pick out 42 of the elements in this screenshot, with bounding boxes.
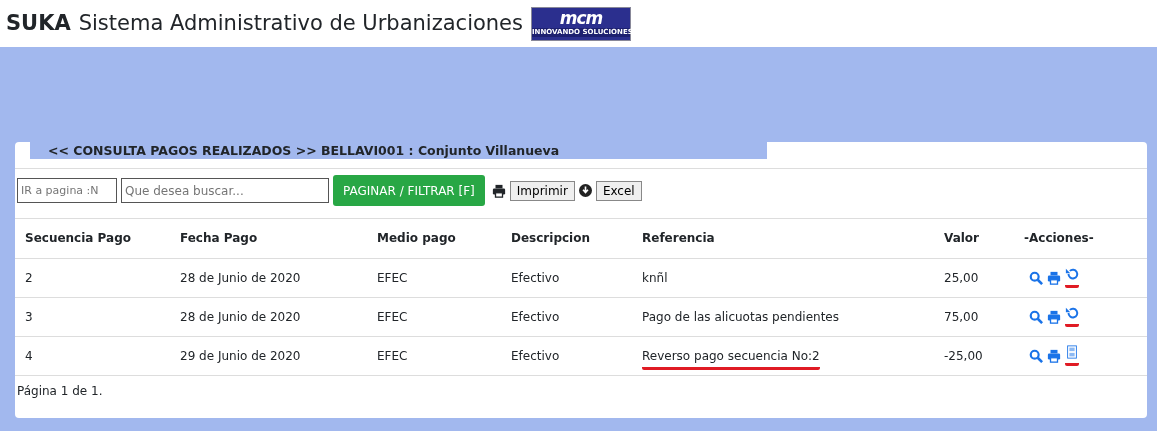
table-cell: Efectivo (511, 309, 560, 324)
table-cell: EFEC (377, 270, 408, 285)
undo-icon[interactable] (1065, 306, 1079, 320)
table-cell: 2 (25, 270, 33, 285)
table-cell: EFEC (377, 309, 408, 324)
print-icon[interactable] (491, 183, 506, 198)
search-icon[interactable] (1029, 348, 1043, 363)
table-cell: 28 de Junio de 2020 (180, 309, 301, 324)
table-cell: 25,00 (944, 270, 979, 285)
table-cell: -25,00 (944, 348, 983, 363)
column-header: -Acciones- (1014, 219, 1147, 258)
app-title: Sistema Administrativo de Urbanizaciones (78, 9, 523, 37)
panel-title: << CONSULTA PAGOS REALIZADOS >> BELLAVI001 : Conjunto Villanueva (30, 142, 767, 159)
column-header: Secuencia Pago (15, 219, 170, 258)
missing-glyph-icon[interactable] (1065, 345, 1079, 359)
column-header: Referencia (632, 219, 934, 258)
table-cell: 29 de Junio de 2020 (180, 348, 301, 363)
table-cell: EFEC (377, 348, 408, 363)
table-cell: 75,00 (944, 309, 979, 324)
undo-icon[interactable] (1065, 267, 1079, 281)
column-header: Fecha Pago (170, 219, 367, 258)
page-field[interactable]: IR a pagina :N (17, 178, 117, 203)
print-button[interactable]: Imprimir (509, 180, 575, 201)
download-icon[interactable] (578, 184, 592, 197)
excel-button[interactable]: Excel (595, 180, 642, 201)
search-icon[interactable] (1029, 270, 1043, 285)
table-cell: Efectivo (511, 348, 560, 363)
table-cell: Efectivo (511, 270, 560, 285)
table-cell: Pago de las alicuotas pendientes (642, 309, 839, 324)
column-header: Valor (934, 219, 1014, 258)
table-cell: knñl (642, 270, 668, 285)
column-header: Descripcion (501, 219, 632, 258)
logo-name: mcm (558, 7, 604, 28)
table-cell: 3 (25, 309, 33, 324)
brand-name: SUKA (6, 9, 71, 37)
page-info: Página 1 de 1. (16, 382, 104, 400)
table-cell: 4 (25, 348, 33, 363)
search-field[interactable]: Que desea buscar... (121, 178, 329, 203)
column-header: Medio pago (367, 219, 501, 258)
search-icon[interactable] (1029, 309, 1043, 324)
table-cell: Reverso pago secuencia No:2 (642, 348, 820, 370)
table-cell: 28 de Junio de 2020 (180, 270, 301, 285)
